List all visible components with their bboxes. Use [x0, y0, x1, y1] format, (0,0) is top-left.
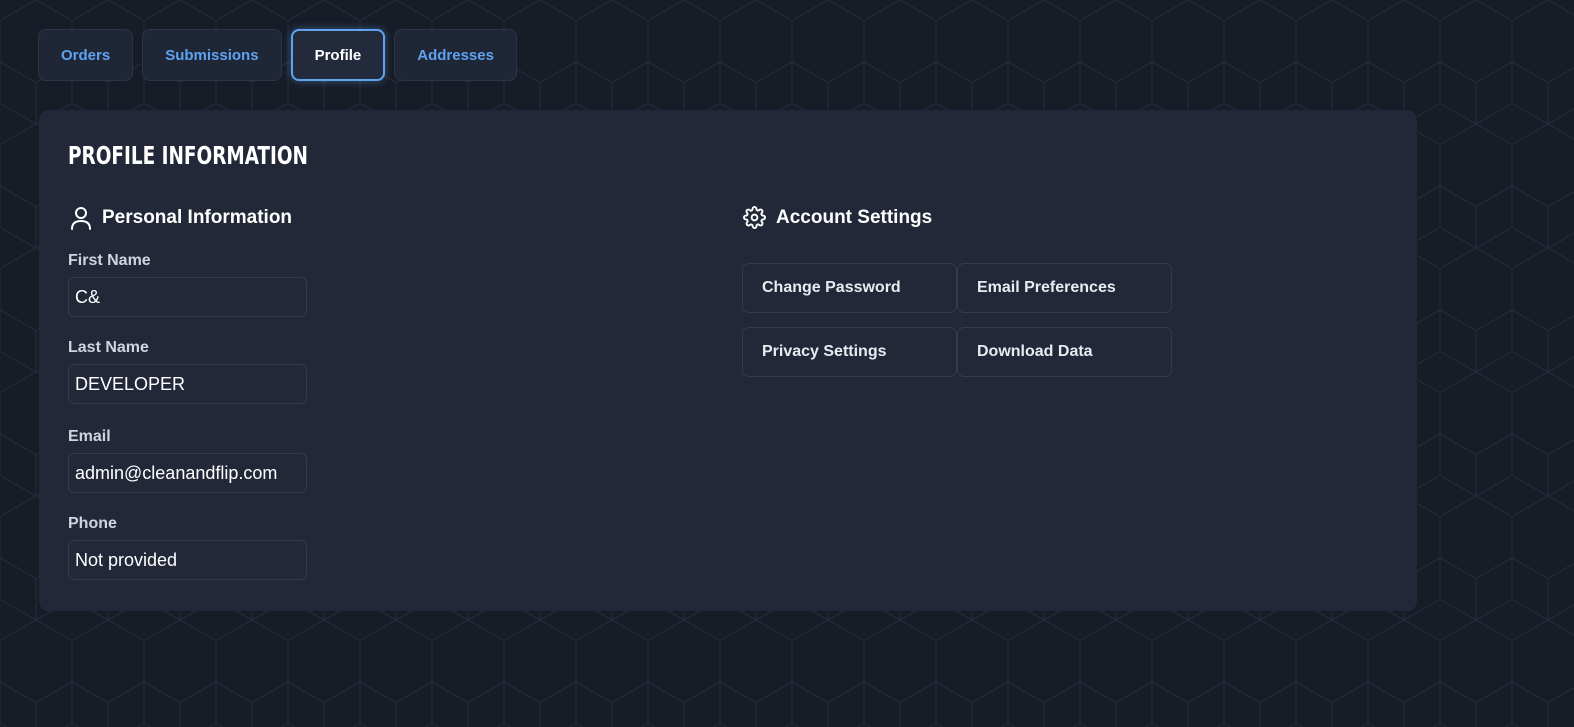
- page-title: PROFILE INFORMATION: [68, 141, 308, 170]
- first-name-value: C&: [68, 277, 307, 317]
- change-password-button[interactable]: Change Password: [742, 263, 957, 313]
- user-icon: [70, 206, 92, 230]
- email-value: admin@cleanandflip.com: [68, 453, 307, 493]
- personal-information-heading: Personal Information: [70, 206, 292, 230]
- first-name-field: First Name C&: [68, 252, 307, 317]
- phone-label: Phone: [68, 515, 117, 532]
- last-name-label: Last Name: [68, 339, 149, 356]
- phone-value: Not provided: [68, 540, 307, 580]
- personal-information-label: Personal Information: [102, 207, 293, 228]
- tab-orders[interactable]: Orders: [38, 29, 134, 81]
- tab-addresses[interactable]: Addresses: [394, 29, 517, 81]
- profile-panel: PROFILE INFORMATION Personal Information…: [39, 110, 1417, 611]
- privacy-settings-button[interactable]: Privacy Settings: [742, 327, 957, 377]
- last-name-field: Last Name DEVELOPER: [68, 339, 307, 404]
- download-data-button[interactable]: Download Data: [957, 327, 1172, 377]
- tab-submissions[interactable]: Submissions: [142, 29, 282, 81]
- first-name-label: First Name: [68, 252, 151, 269]
- phone-field: Phone Not provided: [68, 515, 307, 580]
- last-name-value: DEVELOPER: [68, 364, 307, 404]
- email-field: Email admin@cleanandflip.com: [68, 428, 307, 493]
- gear-icon: [743, 206, 766, 229]
- tab-profile[interactable]: Profile: [290, 29, 386, 81]
- email-label: Email: [68, 428, 111, 445]
- account-settings-label: Account Settings: [776, 206, 933, 228]
- email-preferences-button[interactable]: Email Preferences: [957, 263, 1172, 313]
- account-tabs: Orders Submissions Profile Addresses: [38, 29, 517, 81]
- account-settings-heading: Account Settings: [743, 206, 932, 229]
